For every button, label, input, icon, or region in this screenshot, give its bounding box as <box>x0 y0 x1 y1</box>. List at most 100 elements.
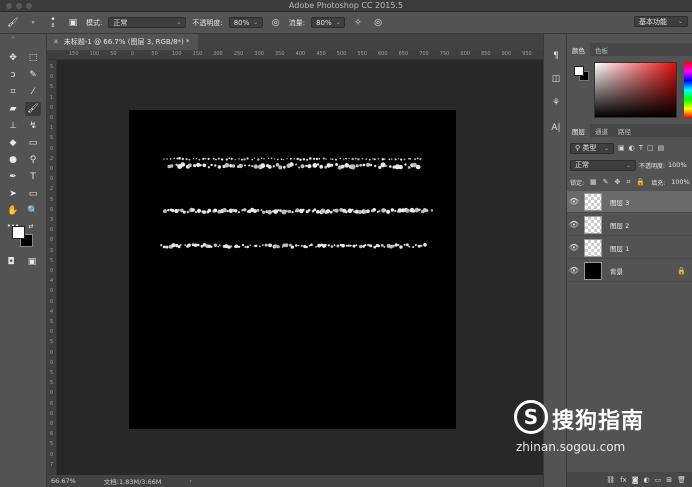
pressure-opacity-icon[interactable]: ◎ <box>269 16 283 30</box>
brush-tool-icon[interactable]: 🖌 <box>25 102 41 116</box>
move-tool-icon[interactable]: ✥ <box>5 51 21 65</box>
chevron-down-icon[interactable]: ▾ <box>26 16 40 30</box>
paragraph-panel-icon[interactable]: ¶ <box>548 48 564 64</box>
brushes-panel-icon[interactable]: ⚘ <box>548 95 564 111</box>
airbrush-icon[interactable]: ✧ <box>351 16 365 30</box>
brush-dot <box>260 157 263 160</box>
quick-mask-icon[interactable]: ◘ <box>3 255 19 269</box>
canvas-area[interactable] <box>57 60 543 475</box>
tab-color[interactable]: 颜色 <box>567 43 590 56</box>
eye-icon[interactable]: 👁 <box>567 197 581 206</box>
adjustment-filter-icon[interactable]: ◐ <box>629 144 635 152</box>
tab-channels[interactable]: 通道 <box>590 124 613 137</box>
pixel-filter-icon[interactable]: ▣ <box>618 144 625 152</box>
hue-slider[interactable] <box>684 62 692 118</box>
lock-pixels-icon[interactable]: ✎ <box>603 178 609 186</box>
tab-swatches[interactable]: 色板 <box>590 43 613 56</box>
brush-dot <box>188 158 191 161</box>
brush-dot <box>279 209 282 212</box>
pen-tool-icon[interactable]: ✒ <box>5 170 21 184</box>
opacity-field[interactable]: 80% ⌄ <box>228 17 263 28</box>
pressure-size-icon[interactable]: ◎ <box>371 16 385 30</box>
link-layers-icon[interactable]: ⛓ <box>606 476 615 484</box>
brush-dot <box>354 157 357 160</box>
quick-select-tool-icon[interactable]: ✎ <box>25 68 41 82</box>
workspace-dropdown[interactable]: 基本功能 ⌄ <box>634 16 688 27</box>
flow-field[interactable]: 80% ⌄ <box>311 17 346 28</box>
brush-dot <box>257 158 260 161</box>
hand-tool-icon[interactable]: ✋ <box>5 204 21 218</box>
layer-name: 背景 <box>610 267 623 276</box>
brush-dot <box>316 210 320 214</box>
type-filter-icon[interactable]: T <box>639 144 643 152</box>
brush-dot <box>348 157 350 159</box>
brush-dot <box>430 209 434 212</box>
brush-preset-picker[interactable]: • 8 <box>46 15 60 30</box>
foreground-color-chip[interactable] <box>574 66 584 76</box>
adjustments-panel-icon[interactable]: ◫ <box>548 71 564 87</box>
layer-filter-dropdown[interactable]: ⚲ 类型 ⌄ <box>570 142 614 154</box>
swap-colors-icon[interactable]: ⇄ <box>27 222 35 230</box>
brush-tool-icon[interactable]: 🖌 <box>6 16 20 30</box>
layer-row-1[interactable]: 👁 图层 1 <box>567 237 692 259</box>
delete-layer-icon[interactable]: 🗑 <box>677 476 686 484</box>
lock-artboard-icon[interactable]: ⌗ <box>626 178 630 187</box>
blend-mode-dropdown[interactable]: 正常 ⌄ <box>570 159 636 171</box>
zoom-level[interactable]: 66.67% <box>51 477 76 485</box>
rectangle-tool-icon[interactable]: ▭ <box>25 187 41 201</box>
smart-object-filter-icon[interactable]: ▤ <box>658 144 665 152</box>
tab-paths[interactable]: 路径 <box>613 124 636 137</box>
character-panel-icon[interactable]: A| <box>548 120 564 136</box>
document-canvas[interactable] <box>129 110 456 429</box>
add-mask-icon[interactable]: ◙ <box>632 476 639 484</box>
type-tool-icon[interactable]: T <box>25 170 41 184</box>
color-picker-field[interactable] <box>594 62 677 118</box>
eraser-tool-icon[interactable]: ◆ <box>5 136 21 150</box>
layer-opacity-value[interactable]: 100% <box>668 161 687 169</box>
adjustment-layer-icon[interactable]: ◐ <box>644 476 650 484</box>
layer-style-icon[interactable]: fx <box>620 476 627 484</box>
screen-mode-icon[interactable]: ▣ <box>24 255 40 269</box>
brush-dot <box>302 208 305 211</box>
vertical-ruler[interactable]: 5051001502002503003504004505005506006507 <box>47 60 57 475</box>
new-layer-icon[interactable]: ⊞ <box>666 476 672 484</box>
brush-dot <box>260 209 263 212</box>
new-group-icon[interactable]: ▭ <box>655 476 662 484</box>
crop-tool-icon[interactable]: ⌗ <box>5 85 21 99</box>
brush-panel-icon[interactable]: ▣ <box>66 16 80 30</box>
fill-value[interactable]: 100% <box>671 178 690 186</box>
eye-icon[interactable]: 👁 <box>567 266 581 275</box>
lasso-tool-icon[interactable]: ↄ <box>5 68 21 82</box>
blur-tool-icon[interactable]: ● <box>5 153 21 167</box>
clone-stamp-tool-icon[interactable]: ⊥ <box>5 119 21 133</box>
layer-row-3[interactable]: 👁 图层 3 <box>567 191 692 213</box>
layer-row-2[interactable]: 👁 图层 2 <box>567 214 692 236</box>
eye-icon[interactable]: 👁 <box>567 243 581 252</box>
layer-row-background[interactable]: 👁 背景 🔒 <box>567 260 692 282</box>
tab-layers[interactable]: 图层 <box>567 124 590 137</box>
lock-position-icon[interactable]: ✥ <box>615 178 621 186</box>
brush-dot <box>373 158 376 161</box>
history-brush-tool-icon[interactable]: ↯ <box>25 119 41 133</box>
document-tab[interactable]: ✕ 未标题-1 @ 66.7% (图层 3, RGB/8*) * <box>47 34 198 50</box>
lock-all-icon[interactable]: 🔒 <box>636 178 645 186</box>
close-icon[interactable]: ✕ <box>53 38 59 46</box>
eyedropper-tool-icon[interactable]: ⁄ <box>25 85 41 99</box>
gradient-tool-icon[interactable]: ▭ <box>25 136 41 150</box>
path-selection-tool-icon[interactable]: ➤ <box>5 187 21 201</box>
ruler-tick-label: 950 <box>522 51 532 57</box>
horizontal-ruler[interactable]: 150 100 50 0 50 100 150 200 250 300 350 400 450 500 55… <box>47 50 543 60</box>
zoom-tool-icon[interactable]: 🔍 <box>25 204 41 218</box>
lock-transparent-icon[interactable]: ▦ <box>590 178 597 186</box>
brush-dot <box>315 245 317 248</box>
mode-dropdown[interactable]: 正常 ⌄ <box>108 17 187 28</box>
brush-dot <box>207 166 210 169</box>
status-menu-icon[interactable]: › <box>189 477 192 485</box>
marquee-tool-icon[interactable]: ⬚ <box>25 51 41 65</box>
shape-filter-icon[interactable]: ▢ <box>647 144 654 152</box>
healing-brush-tool-icon[interactable]: ▰ <box>5 102 21 116</box>
eye-icon[interactable]: 👁 <box>567 220 581 229</box>
panel-collapse-icon[interactable]: » <box>5 35 21 41</box>
brush-dot <box>261 244 264 246</box>
dodge-tool-icon[interactable]: ⚲ <box>25 153 41 167</box>
